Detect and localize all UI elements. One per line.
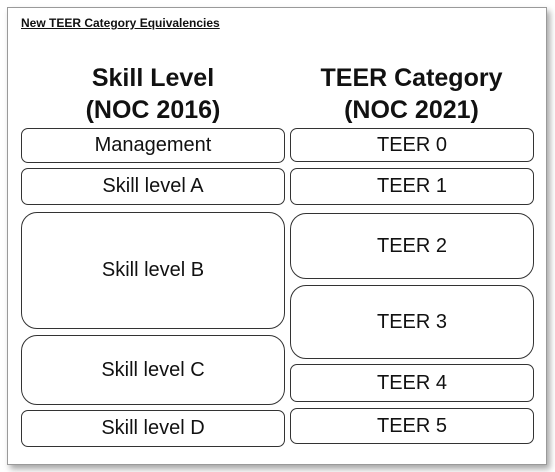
teer-0: TEER 0 xyxy=(290,128,534,162)
skill-level-c: Skill level C xyxy=(21,335,285,405)
diagram-title: New TEER Category Equivalencies xyxy=(21,16,220,30)
skill-level-header: Skill Level (NOC 2016) xyxy=(22,62,284,126)
skill-level-a: Skill level A xyxy=(21,168,285,205)
teer-category-header-line2: (NOC 2021) xyxy=(344,96,479,124)
skill-level-header-line1: Skill Level xyxy=(91,64,215,92)
skill-level-b: Skill level B xyxy=(21,212,285,329)
teer-2: TEER 2 xyxy=(290,213,534,279)
teer-5: TEER 5 xyxy=(290,408,534,444)
teer-1: TEER 1 xyxy=(290,168,534,205)
skill-level-d: Skill level D xyxy=(21,410,285,447)
skill-level-management: Management xyxy=(21,128,285,163)
teer-category-header-line1: TEER Category xyxy=(320,64,503,92)
teer-4: TEER 4 xyxy=(290,364,534,402)
skill-level-header-line2: (NOC 2016) xyxy=(85,96,221,124)
teer-3: TEER 3 xyxy=(290,285,534,359)
teer-category-header: TEER Category (NOC 2021) xyxy=(290,62,533,126)
